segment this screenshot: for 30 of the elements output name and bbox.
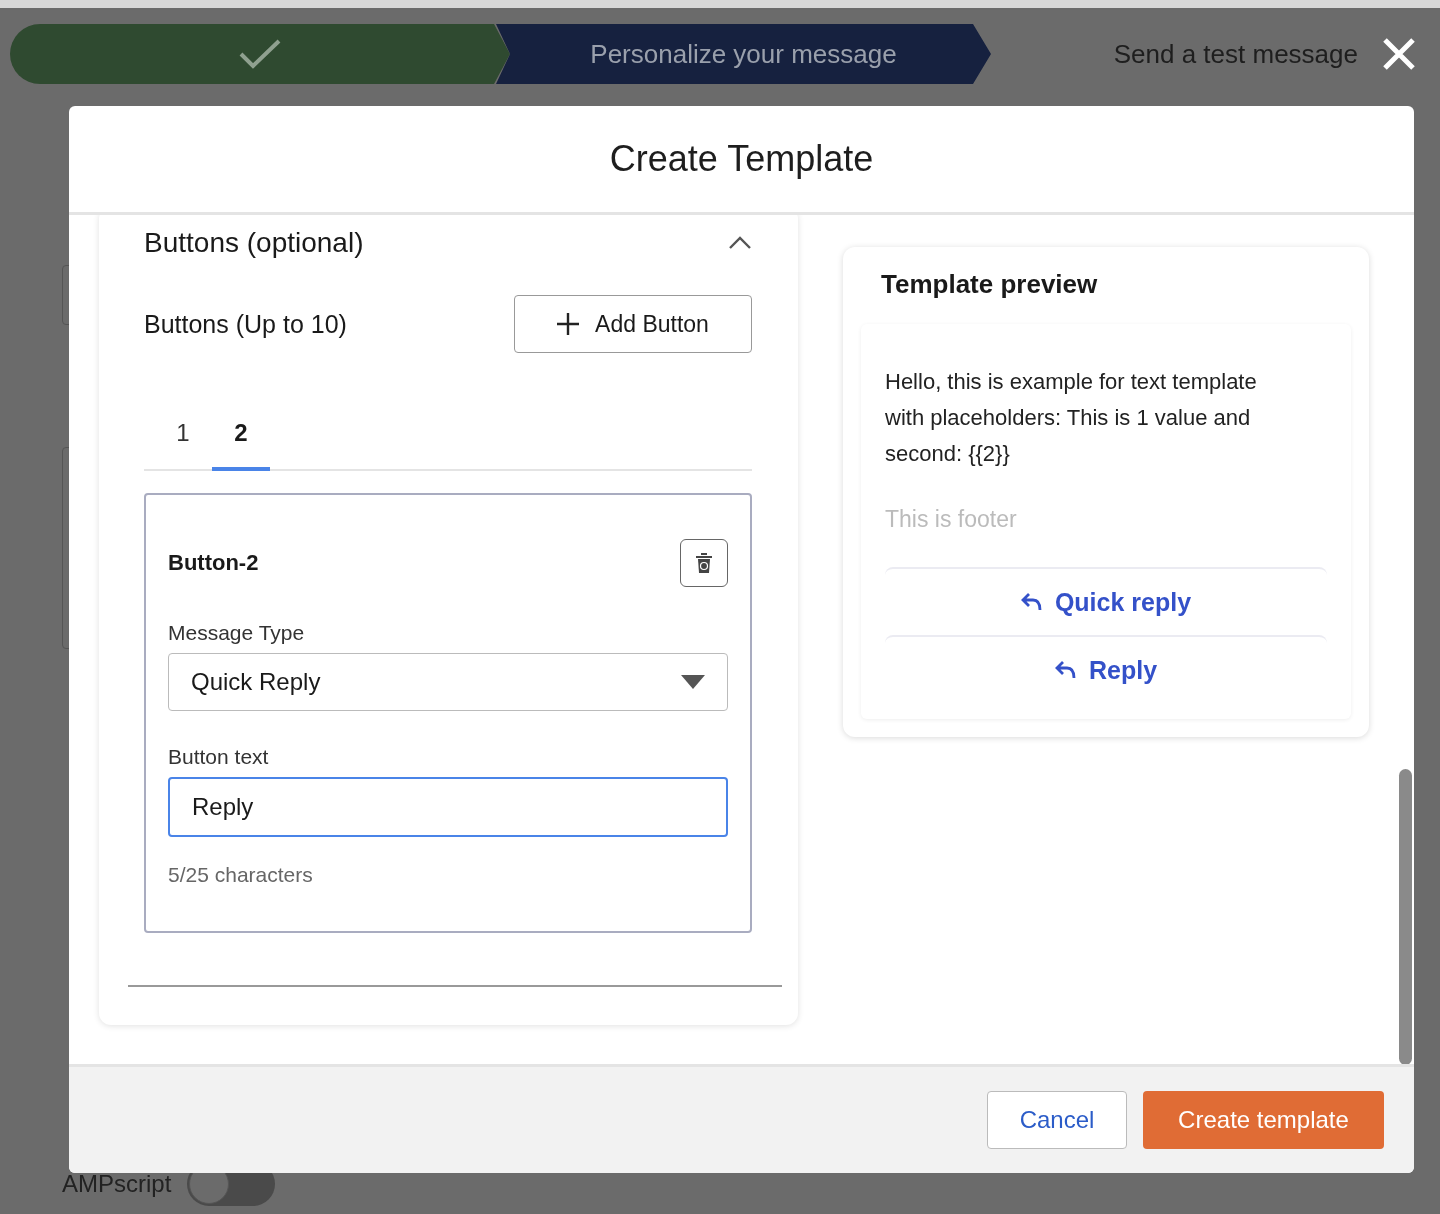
tab[interactable]: 2 [212, 419, 270, 471]
message-type-select[interactable]: Quick Reply [168, 653, 728, 711]
preview-title: Template preview [880, 269, 1099, 300]
tab[interactable]: 1 [154, 419, 212, 471]
caret-icon[interactable] [728, 236, 752, 250]
plus-icon [557, 313, 580, 335]
buttons-limit-label: Buttons (Up to 10) [144, 309, 347, 339]
cancel-button[interactable]: Cancel [987, 1091, 1127, 1149]
message-footer: This is footer [885, 506, 1327, 533]
close-icon[interactable] [1382, 37, 1416, 71]
delete-button[interactable] [680, 539, 728, 587]
button-text-input[interactable]: Reply [168, 777, 728, 837]
message-body: Hello, this is example for text template with placeholders: This is 1 value and second: {{2}} [885, 368, 1258, 468]
add-button[interactable]: Add Button [514, 295, 752, 353]
dropdown-arrow-icon [681, 675, 705, 689]
reply-icon [1020, 592, 1043, 612]
character-counter: 5/25 characters [168, 863, 314, 887]
field-label: Button text [168, 745, 270, 769]
toggle-label: AMPscript [62, 1170, 172, 1198]
field-label: Message Type [168, 621, 306, 645]
section-title: Buttons (optional) [144, 227, 364, 259]
quick-reply-button[interactable]: Reply [885, 635, 1327, 703]
current-step[interactable]: Personalize your message [496, 24, 991, 84]
trash-icon [695, 552, 713, 574]
scrollbar[interactable] [1399, 769, 1412, 1064]
button-title: Button-2 [168, 550, 259, 576]
check-icon [238, 38, 282, 70]
modal-title: Create Template [609, 138, 874, 180]
quick-reply-button[interactable]: Quick reply [885, 567, 1327, 635]
reply-icon [1054, 660, 1077, 680]
